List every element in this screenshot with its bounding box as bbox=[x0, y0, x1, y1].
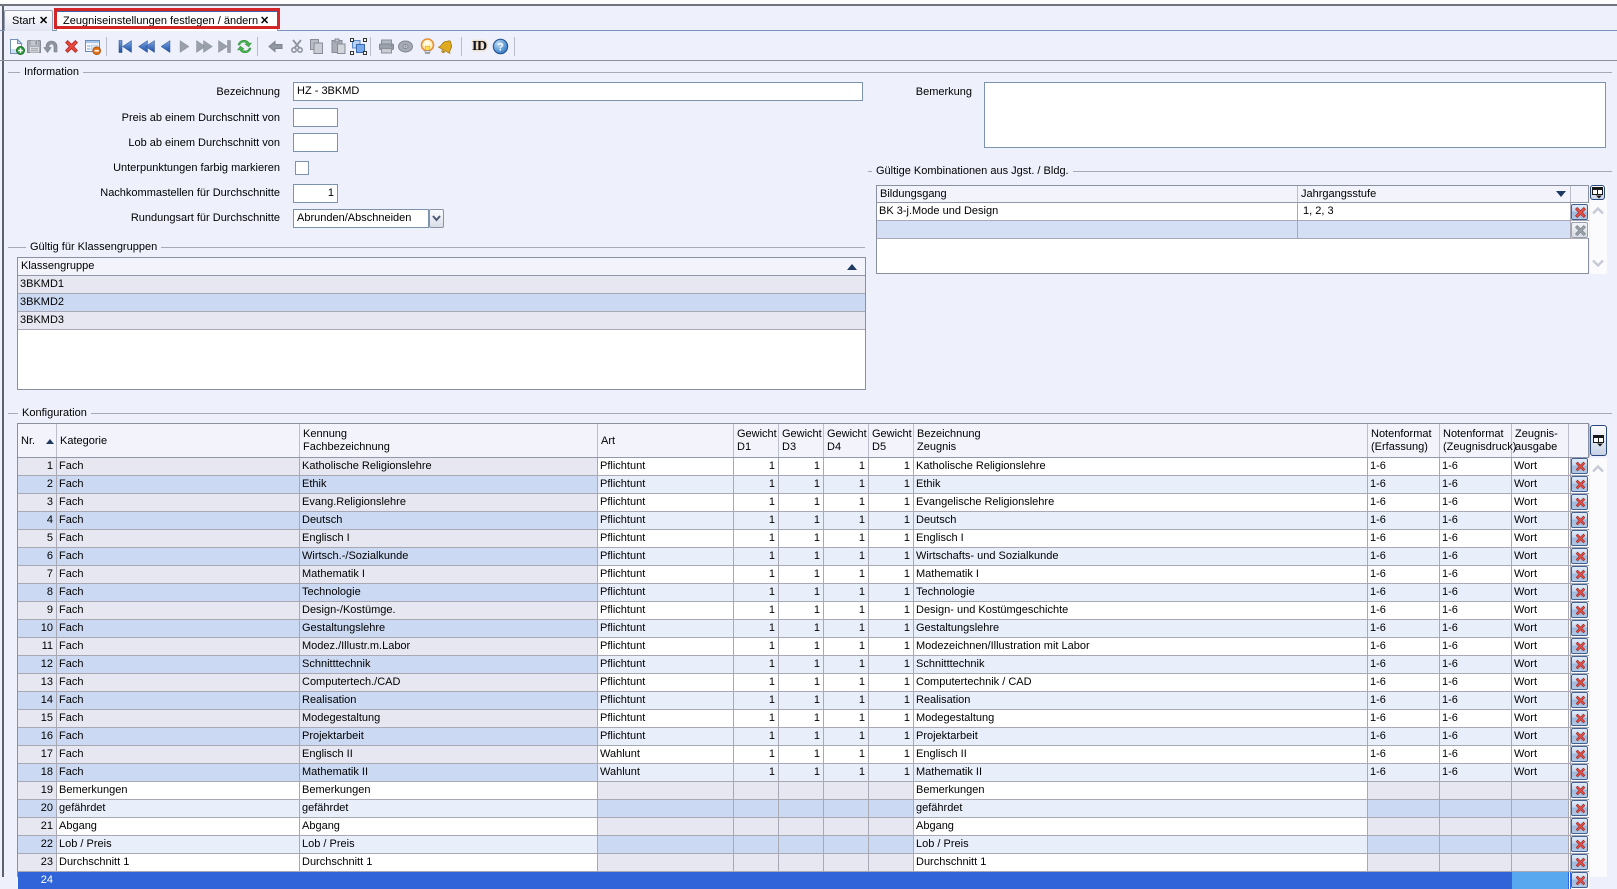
svg-text:?: ? bbox=[497, 42, 504, 54]
